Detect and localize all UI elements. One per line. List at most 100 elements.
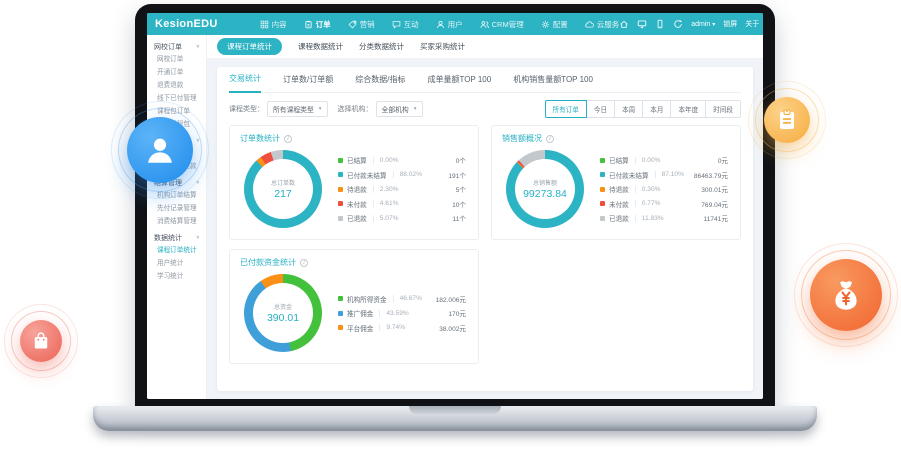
legend-row: 待退款0.30%300.01元 <box>600 182 728 197</box>
tab-combined-metrics[interactable]: 综合数据/指标 <box>355 74 405 92</box>
legend-dot <box>338 201 343 206</box>
sidebar-item[interactable]: 消费结算管理 <box>147 215 206 228</box>
legend: 已结算0.00%0元 已付款未结算87.10%86463.79元 待退款0.30… <box>600 153 728 226</box>
content-icon <box>260 20 269 29</box>
crm-icon <box>480 20 489 29</box>
laptop-mockup: KesionEDU 内容 订单 营销 <box>135 4 775 407</box>
topnav-interaction[interactable]: 互动 <box>392 19 419 30</box>
info-icon[interactable]: i <box>546 135 554 143</box>
users-icon <box>436 20 445 29</box>
topnav-cloud[interactable]: 云服务 <box>585 19 620 30</box>
stage: KesionEDU 内容 订单 营销 <box>0 0 901 462</box>
range-custom[interactable]: 时间段 <box>705 100 741 118</box>
about-link[interactable]: 关于 <box>745 19 759 29</box>
sidebar-item[interactable]: 学习统计 <box>147 270 206 283</box>
chevron-down-icon: ∨ <box>196 44 200 50</box>
subnav-category-data-stats[interactable]: 分类数据统计 <box>359 41 404 52</box>
home-icon[interactable] <box>619 19 629 29</box>
card-sales-overview: 销售额概况 i 总销售额 99273.84 <box>491 125 741 240</box>
subnav-course-data-stats[interactable]: 课程数据统计 <box>298 41 343 52</box>
tab-top100-deals[interactable]: 成单量额TOP 100 <box>427 74 491 92</box>
topnav-content[interactable]: 内容 <box>260 19 287 30</box>
user-menu[interactable]: admin ▾ <box>691 21 715 28</box>
marketing-icon <box>348 20 357 29</box>
tab-order-count-amount[interactable]: 订单数/订单额 <box>283 74 333 92</box>
main-content: 交易统计 订单数/订单额 综合数据/指标 成单量额TOP 100 机构销售量额T… <box>207 59 763 399</box>
monitor-icon[interactable] <box>637 19 647 29</box>
topnav-orders[interactable]: 订单 <box>304 19 331 30</box>
range-button-group: 所有订单 今日 本周 本月 本年度 时间段 <box>545 100 742 118</box>
tab-top100-org-sales[interactable]: 机构销售量额TOP 100 <box>513 74 593 92</box>
top-nav: 内容 订单 营销 互动 <box>260 19 620 30</box>
legend-dot <box>338 296 343 301</box>
laptop-base <box>93 406 817 431</box>
screen: KesionEDU 内容 订单 营销 <box>147 13 763 399</box>
orders-icon <box>304 20 313 29</box>
refresh-icon[interactable] <box>673 19 683 29</box>
donut-sales-amount: 总销售额 99273.84 <box>506 150 584 228</box>
mobile-icon[interactable] <box>655 19 665 29</box>
topnav-users[interactable]: 用户 <box>436 19 463 30</box>
range-today[interactable]: 今日 <box>586 100 615 118</box>
card-title: 销售额概况 <box>502 133 542 144</box>
sidebar-group-statistics[interactable]: 数据统计 ∨ <box>147 231 206 244</box>
tab-trade-stats[interactable]: 交易统计 <box>229 73 261 93</box>
topnav-marketing[interactable]: 营销 <box>348 19 375 30</box>
shopping-bag-icon <box>20 320 62 362</box>
topnav-settings[interactable]: 配置 <box>541 19 568 30</box>
card-title: 已付款资金统计 <box>240 257 296 268</box>
legend-row: 已结算0.00%0元 <box>600 153 728 168</box>
legend-row: 已退款5.07%11个 <box>338 211 466 226</box>
moneybag-icon <box>810 259 882 331</box>
sidebar-item-course-order-stats[interactable]: 课程订单统计 <box>147 244 206 257</box>
legend-dot <box>338 216 343 221</box>
sidebar-item[interactable]: 退费退款 <box>147 79 206 92</box>
app-logo: KesionEDU <box>155 18 218 30</box>
subnav-course-order-stats[interactable]: 课程订单统计 <box>217 38 282 55</box>
sidebar-item[interactable]: 用户统计 <box>147 257 206 270</box>
donut-order-count: 总订单数 217 <box>244 150 322 228</box>
lock-screen-link[interactable]: 锁屏 <box>723 19 737 29</box>
legend-row: 平台佣金9.74%38.002元 <box>338 320 466 335</box>
topnav-crm[interactable]: CRM管理 <box>480 19 524 30</box>
legend-dot <box>338 158 343 163</box>
legend: 机构所得资金46.67%182.006元 推广佣金43.59%170元 平台佣金… <box>338 291 466 335</box>
interaction-icon <box>392 20 401 29</box>
legend-dot <box>338 311 343 316</box>
range-all-orders[interactable]: 所有订单 <box>545 100 587 118</box>
legend-dot <box>600 172 605 177</box>
course-type-select[interactable]: 所有课程类型 ▾ <box>267 101 328 117</box>
chevron-down-icon: ▾ <box>319 106 322 112</box>
donut-paid-funds: 总资金 390.01 <box>244 274 322 352</box>
info-icon[interactable]: i <box>284 135 292 143</box>
topbar: KesionEDU 内容 订单 营销 <box>147 13 763 35</box>
legend: 已结算0.00%0个 已付款未结算88.02%191个 待退款2.30%5个 未… <box>338 153 466 226</box>
person-icon <box>127 117 193 183</box>
range-week[interactable]: 本周 <box>614 100 643 118</box>
legend-row: 未付款4.61%10个 <box>338 196 466 211</box>
legend-row: 已付款未结算87.10%86463.79元 <box>600 167 728 182</box>
legend-row: 已付款未结算88.02%191个 <box>338 167 466 182</box>
stats-panel: 交易统计 订单数/订单额 综合数据/指标 成单量额TOP 100 机构销售量额T… <box>217 67 753 391</box>
range-month[interactable]: 本月 <box>642 100 671 118</box>
sidebar-item[interactable]: 开通订单 <box>147 66 206 79</box>
legend-row: 未付款0.77%769.04元 <box>600 196 728 211</box>
filter-row: 课程类型： 所有课程类型 ▾ 选择机构： 全部机构 ▾ <box>229 95 741 123</box>
subnav: 课程订单统计 课程数据统计 分类数据统计 买家采购统计 <box>207 35 763 59</box>
range-year[interactable]: 本年度 <box>670 100 706 118</box>
info-icon[interactable]: i <box>300 259 308 267</box>
sidebar-item[interactable]: 网校订单 <box>147 53 206 66</box>
sidebar: 网校订单 ∨ 网校订单 开通订单 退费退款 线下已付管理 课程包订单 开通课程包… <box>147 35 207 399</box>
laptop-notch <box>409 406 501 414</box>
legend-dot <box>600 201 605 206</box>
subnav-buyer-purchase-stats[interactable]: 买家采购统计 <box>420 41 465 52</box>
legend-row: 已退款11.83%11741元 <box>600 211 728 226</box>
sidebar-group-school-orders[interactable]: 网校订单 ∨ <box>147 40 206 53</box>
legend-dot <box>600 158 605 163</box>
org-label: 选择机构： <box>338 104 373 114</box>
sidebar-item[interactable]: 先付记录管理 <box>147 202 206 215</box>
card-title: 订单数统计 <box>240 133 280 144</box>
legend-row: 已结算0.00%0个 <box>338 153 466 168</box>
org-select[interactable]: 全部机构 ▾ <box>376 101 423 117</box>
legend-row: 机构所得资金46.67%182.006元 <box>338 291 466 306</box>
